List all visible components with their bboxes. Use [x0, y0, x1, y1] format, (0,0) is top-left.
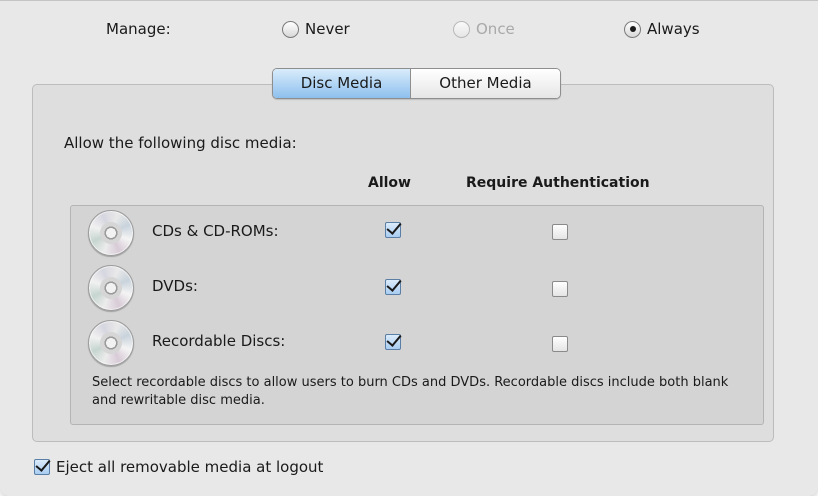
recordable-allow-checkbox[interactable] [385, 334, 401, 350]
disc-icon [88, 320, 134, 366]
radio-once-label: Once [476, 20, 515, 38]
require-auth-column-header: Require Authentication [466, 175, 650, 191]
recordable-auth-checkbox[interactable] [552, 336, 568, 352]
dvds-allow-checkbox[interactable] [385, 279, 401, 295]
disc-icon [88, 210, 134, 256]
allow-column-header: Allow [368, 175, 411, 191]
eject-option[interactable]: Eject all removable media at logout [34, 458, 323, 476]
radio-always[interactable]: Always [624, 20, 700, 38]
dvds-auth-checkbox[interactable] [552, 281, 568, 297]
radio-once-indicator[interactable] [453, 20, 470, 38]
recordable-note: Select recordable discs to allow users t… [92, 375, 729, 408]
tab-other-media[interactable]: Other Media [411, 69, 560, 98]
radio-never-indicator[interactable] [282, 20, 299, 38]
media-tab-control: Disc Media Other Media [272, 68, 561, 99]
radio-always-label: Always [647, 20, 700, 38]
tab-disc-media[interactable]: Disc Media [273, 69, 411, 98]
eject-label: Eject all removable media at logout [56, 458, 324, 476]
dvds-label: DVDs: [152, 277, 198, 295]
cds-allow-checkbox[interactable] [385, 222, 401, 238]
disc-media-heading: Allow the following disc media: [64, 134, 297, 152]
media-access-panel: Manage: Never Once Always Disc Media Oth… [0, 0, 818, 496]
manage-label: Manage: [106, 20, 171, 38]
disc-icon [88, 265, 134, 311]
radio-always-indicator[interactable] [624, 20, 641, 38]
radio-never[interactable]: Never [282, 20, 350, 38]
cds-label: CDs & CD-ROMs: [152, 222, 279, 240]
radio-once[interactable]: Once [453, 20, 515, 38]
recordable-label: Recordable Discs: [152, 332, 286, 350]
cds-auth-checkbox[interactable] [552, 224, 568, 240]
eject-checkbox[interactable] [34, 459, 50, 475]
top-divider [0, 0, 818, 1]
radio-never-label: Never [305, 20, 350, 38]
